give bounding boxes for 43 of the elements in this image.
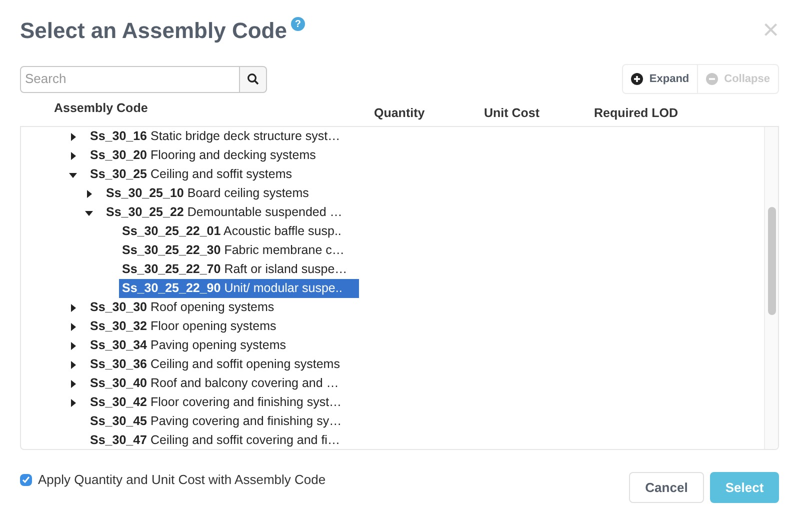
search-icon <box>247 73 259 85</box>
dialog-title: Select an Assembly Code <box>20 16 287 45</box>
tree-item[interactable]: Ss_30_25_22_01 Acoustic baffle susp.. <box>119 222 344 241</box>
caret-right-icon[interactable] <box>69 380 77 388</box>
caret-right-icon[interactable] <box>69 304 77 312</box>
checkbox[interactable] <box>20 474 32 486</box>
plus-circle-icon <box>631 73 644 85</box>
tree-item[interactable]: Ss_30_45 Paving covering and finishing sy… <box>87 412 345 431</box>
tree-item[interactable]: Ss_30_40 Roof and balcony covering and … <box>87 374 342 393</box>
caret-right-icon[interactable] <box>69 342 77 350</box>
caret-right-icon[interactable] <box>69 132 77 140</box>
tree-item[interactable]: Ss_30_20 Flooring and decking systems <box>87 146 319 165</box>
tree-item[interactable]: Ss_30_25_22_90 Unit/ modular suspe.. <box>119 279 359 298</box>
caret-right-icon[interactable] <box>85 190 93 198</box>
checkbox-label: Apply Quantity and Unit Cost with Assembly Code <box>38 470 326 489</box>
column-header[interactable]: Required LOD <box>594 94 714 126</box>
minus-circle-icon <box>706 73 718 85</box>
tree-item[interactable]: Ss_30_34 Paving opening systems <box>87 336 289 355</box>
column-header[interactable]: Assembly Code <box>54 94 374 126</box>
expand-button[interactable]: Expand <box>622 64 698 94</box>
tree-item[interactable]: Ss_30_47 Ceiling and soffit covering and fi… <box>87 431 343 449</box>
tree-item[interactable]: Ss_30_25_22_70 Raft or island suspe… <box>119 260 350 279</box>
tree-item[interactable]: Ss_30_42 Floor covering and finishing syst… <box>87 393 345 412</box>
tree-item[interactable]: Ss_30_25_10 Board ceiling systems <box>103 184 312 203</box>
tree-item[interactable]: Ss_30_16 Static bridge deck structure syst… <box>87 127 344 146</box>
tree-item[interactable]: Ss_30_25 Ceiling and soffit systems <box>87 165 295 184</box>
search-button[interactable] <box>240 66 267 92</box>
tree-item[interactable]: Ss_30_30 Roof opening systems <box>87 298 278 317</box>
search-field[interactable]: Search <box>20 66 240 92</box>
caret-down-icon[interactable] <box>85 208 93 216</box>
column-header[interactable]: Quantity <box>374 94 484 126</box>
tree-item[interactable]: Ss_30_25_22_30 Fabric membrane c… <box>119 241 348 260</box>
scrollbar[interactable] <box>764 127 778 449</box>
tree-item[interactable]: Ss_30_32 Floor opening systems <box>87 317 280 336</box>
tree-item[interactable]: Ss_30_25_22 Demountable suspended … <box>103 203 346 222</box>
caret-down-icon[interactable] <box>69 170 77 178</box>
caret-right-icon[interactable] <box>69 322 77 330</box>
column-header[interactable]: Unit Cost <box>484 94 594 126</box>
caret-right-icon[interactable] <box>69 398 77 406</box>
tree-item[interactable]: Ss_30_36 Ceiling and soffit opening systems <box>87 355 343 374</box>
cancel-button[interactable]: Cancel <box>629 472 704 503</box>
caret-right-icon[interactable] <box>69 360 77 368</box>
caret-right-icon[interactable] <box>69 152 77 160</box>
